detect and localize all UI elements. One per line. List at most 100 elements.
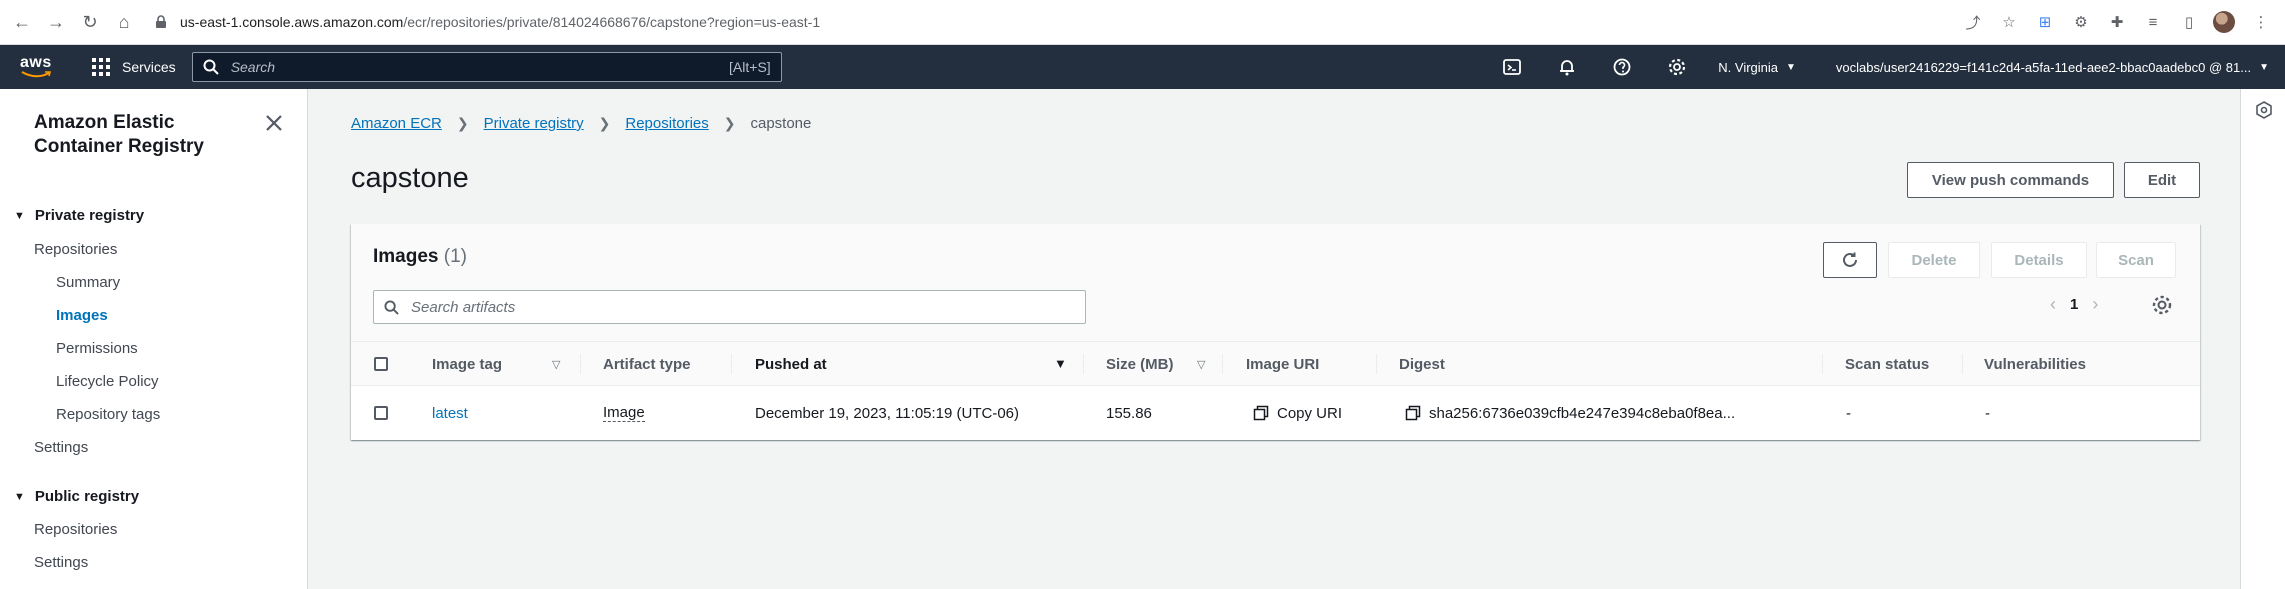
- aws-smile-icon: [21, 71, 51, 78]
- copy-uri-action[interactable]: Copy URI: [1253, 386, 1342, 440]
- col-size[interactable]: Size (MB): [1106, 342, 1174, 386]
- home-icon[interactable]: ⌂: [112, 10, 136, 34]
- region-selector[interactable]: N. Virginia ▼: [1718, 60, 1796, 75]
- breadcrumb-amazon-ecr[interactable]: Amazon ECR: [351, 115, 442, 132]
- pushed-at-value: December 19, 2023, 11:05:19 (UTC-06): [755, 404, 1020, 422]
- col-artifact-type: Artifact type: [603, 355, 691, 373]
- search-placeholder: Search: [230, 59, 276, 75]
- refresh-button[interactable]: [1823, 242, 1877, 278]
- region-label: N. Virginia: [1718, 59, 1778, 75]
- copy-uri-label: Copy URI: [1277, 404, 1343, 422]
- services-grid-icon: [92, 58, 110, 76]
- forward-icon[interactable]: →: [44, 10, 68, 34]
- help-icon[interactable]: [1611, 56, 1633, 78]
- search-icon: [384, 299, 399, 315]
- chevron-right-icon: ❯: [598, 115, 611, 131]
- breadcrumb-current: capstone: [750, 115, 812, 132]
- url-text: us-east-1.console.aws.amazon.com/ecr/rep…: [180, 14, 820, 30]
- aws-top-nav: aws Services Search [Alt+S] N. Virginia ▼…: [0, 45, 2285, 89]
- pagination: ‹ 1 ›: [2050, 294, 2098, 315]
- chevron-right-icon: ❯: [456, 115, 469, 131]
- sidebar-item-public-settings[interactable]: Settings: [34, 554, 88, 571]
- sidebar: Amazon Elastic Container Registry ▼ Priva…: [0, 89, 308, 589]
- share-icon[interactable]: ⤴: [1963, 12, 1983, 32]
- sort-icon[interactable]: ▽: [1197, 358, 1205, 371]
- view-push-commands-button[interactable]: View push commands: [1907, 162, 2114, 198]
- size-value: 155.86: [1106, 404, 1152, 422]
- settings-gear-icon[interactable]: [1666, 56, 1688, 78]
- search-icon: [203, 59, 219, 75]
- bookmark-star-icon[interactable]: ☆: [1999, 12, 2019, 32]
- search-shortcut: [Alt+S]: [729, 59, 771, 75]
- artifact-type-value[interactable]: Image: [603, 404, 645, 422]
- col-pushed-at[interactable]: Pushed at: [755, 342, 827, 386]
- scan-button[interactable]: Scan: [2096, 242, 2176, 278]
- refresh-icon: [1843, 252, 1857, 267]
- puzzle-icon[interactable]: ✚: [2107, 12, 2127, 32]
- table-preferences-gear-icon[interactable]: [2151, 294, 2173, 316]
- aws-logo-text: aws: [20, 54, 52, 71]
- scan-status-value: -: [1846, 404, 1851, 422]
- copy-icon: [1405, 405, 1421, 421]
- sidebar-item-images[interactable]: Images: [56, 307, 108, 324]
- row-checkbox[interactable]: [374, 406, 388, 420]
- sort-descending-icon[interactable]: ▼: [1054, 356, 1067, 371]
- chevron-down-icon: ▼: [2259, 61, 2269, 73]
- edit-button[interactable]: Edit: [2124, 162, 2200, 198]
- public-registry-label: Public registry: [34, 488, 140, 505]
- aws-logo[interactable]: aws: [20, 54, 56, 80]
- sidebar-item-public-repositories[interactable]: Repositories: [34, 521, 117, 538]
- cloudshell-icon[interactable]: [1501, 56, 1523, 78]
- digest-value: sha256:6736e039cfb4e247e394c8eba0f8ea...: [1429, 404, 1736, 422]
- browser-menu-icon[interactable]: ⋮: [2251, 12, 2271, 32]
- url-path: /ecr/repositories/private/814024668676/c…: [403, 14, 821, 30]
- reading-list-icon[interactable]: ≡: [2143, 12, 2163, 32]
- console-search-input[interactable]: Search [Alt+S]: [191, 52, 782, 82]
- search-artifacts-input[interactable]: Search artifacts: [373, 290, 1086, 324]
- breadcrumb-repositories[interactable]: Repositories: [625, 115, 708, 132]
- column-divider: [1962, 354, 1963, 374]
- images-count: (1): [443, 246, 467, 267]
- notifications-bell-icon[interactable]: [1556, 56, 1578, 78]
- next-page-icon[interactable]: ›: [2092, 294, 2098, 315]
- image-tag-link[interactable]: latest: [432, 405, 468, 422]
- address-bar[interactable]: us-east-1.console.aws.amazon.com/ecr/rep…: [154, 7, 1947, 37]
- sidebar-item-summary[interactable]: Summary: [56, 274, 120, 291]
- services-menu[interactable]: Services: [92, 58, 176, 76]
- reload-icon[interactable]: ↻: [78, 10, 102, 34]
- caret-down-icon: ▼: [14, 490, 25, 503]
- info-panel-icon[interactable]: [2255, 101, 2273, 119]
- services-label: Services: [122, 59, 176, 75]
- sidebar-item-repositories[interactable]: Repositories: [34, 241, 117, 258]
- sidebar-item-lifecycle-policy[interactable]: Lifecycle Policy: [56, 373, 159, 390]
- page-number[interactable]: 1: [2070, 296, 2078, 313]
- breadcrumb-private-registry[interactable]: Private registry: [484, 115, 584, 132]
- copy-icon: [1253, 405, 1269, 421]
- col-image-tag[interactable]: Image tag: [432, 342, 502, 386]
- private-registry-section[interactable]: ▼ Private registry: [14, 207, 144, 224]
- right-utility-rail: [2240, 89, 2285, 589]
- sidebar-item-permissions[interactable]: Permissions: [56, 340, 138, 357]
- profile-avatar[interactable]: [2213, 11, 2235, 33]
- sort-icon[interactable]: ▽: [552, 358, 560, 371]
- sidebar-item-settings[interactable]: Settings: [34, 439, 88, 456]
- delete-button[interactable]: Delete: [1888, 242, 1980, 278]
- sidebar-item-repository-tags[interactable]: Repository tags: [56, 406, 160, 423]
- page-title: capstone: [351, 162, 469, 194]
- prev-page-icon[interactable]: ‹: [2050, 294, 2056, 315]
- public-registry-section[interactable]: ▼ Public registry: [14, 488, 139, 505]
- column-divider: [1083, 354, 1084, 374]
- column-divider: [1376, 354, 1377, 374]
- select-all-checkbox[interactable]: [374, 357, 388, 371]
- details-button[interactable]: Details: [1991, 242, 2087, 278]
- close-icon[interactable]: [264, 113, 284, 133]
- account-menu[interactable]: voclabs/user2416229=f141c2d4-a5fa-11ed-a…: [1836, 60, 2269, 75]
- translate-icon[interactable]: ⊞: [2035, 12, 2055, 32]
- side-panel-icon[interactable]: ▯: [2179, 12, 2199, 32]
- extension-icon[interactable]: ⚙: [2071, 12, 2091, 32]
- column-divider: [580, 354, 581, 374]
- digest-copy-action[interactable]: sha256:6736e039cfb4e247e394c8eba0f8ea...: [1405, 386, 1735, 440]
- column-divider: [1222, 354, 1223, 374]
- account-label: voclabs/user2416229=f141c2d4-a5fa-11ed-a…: [1835, 59, 2252, 75]
- back-icon[interactable]: ←: [10, 10, 34, 34]
